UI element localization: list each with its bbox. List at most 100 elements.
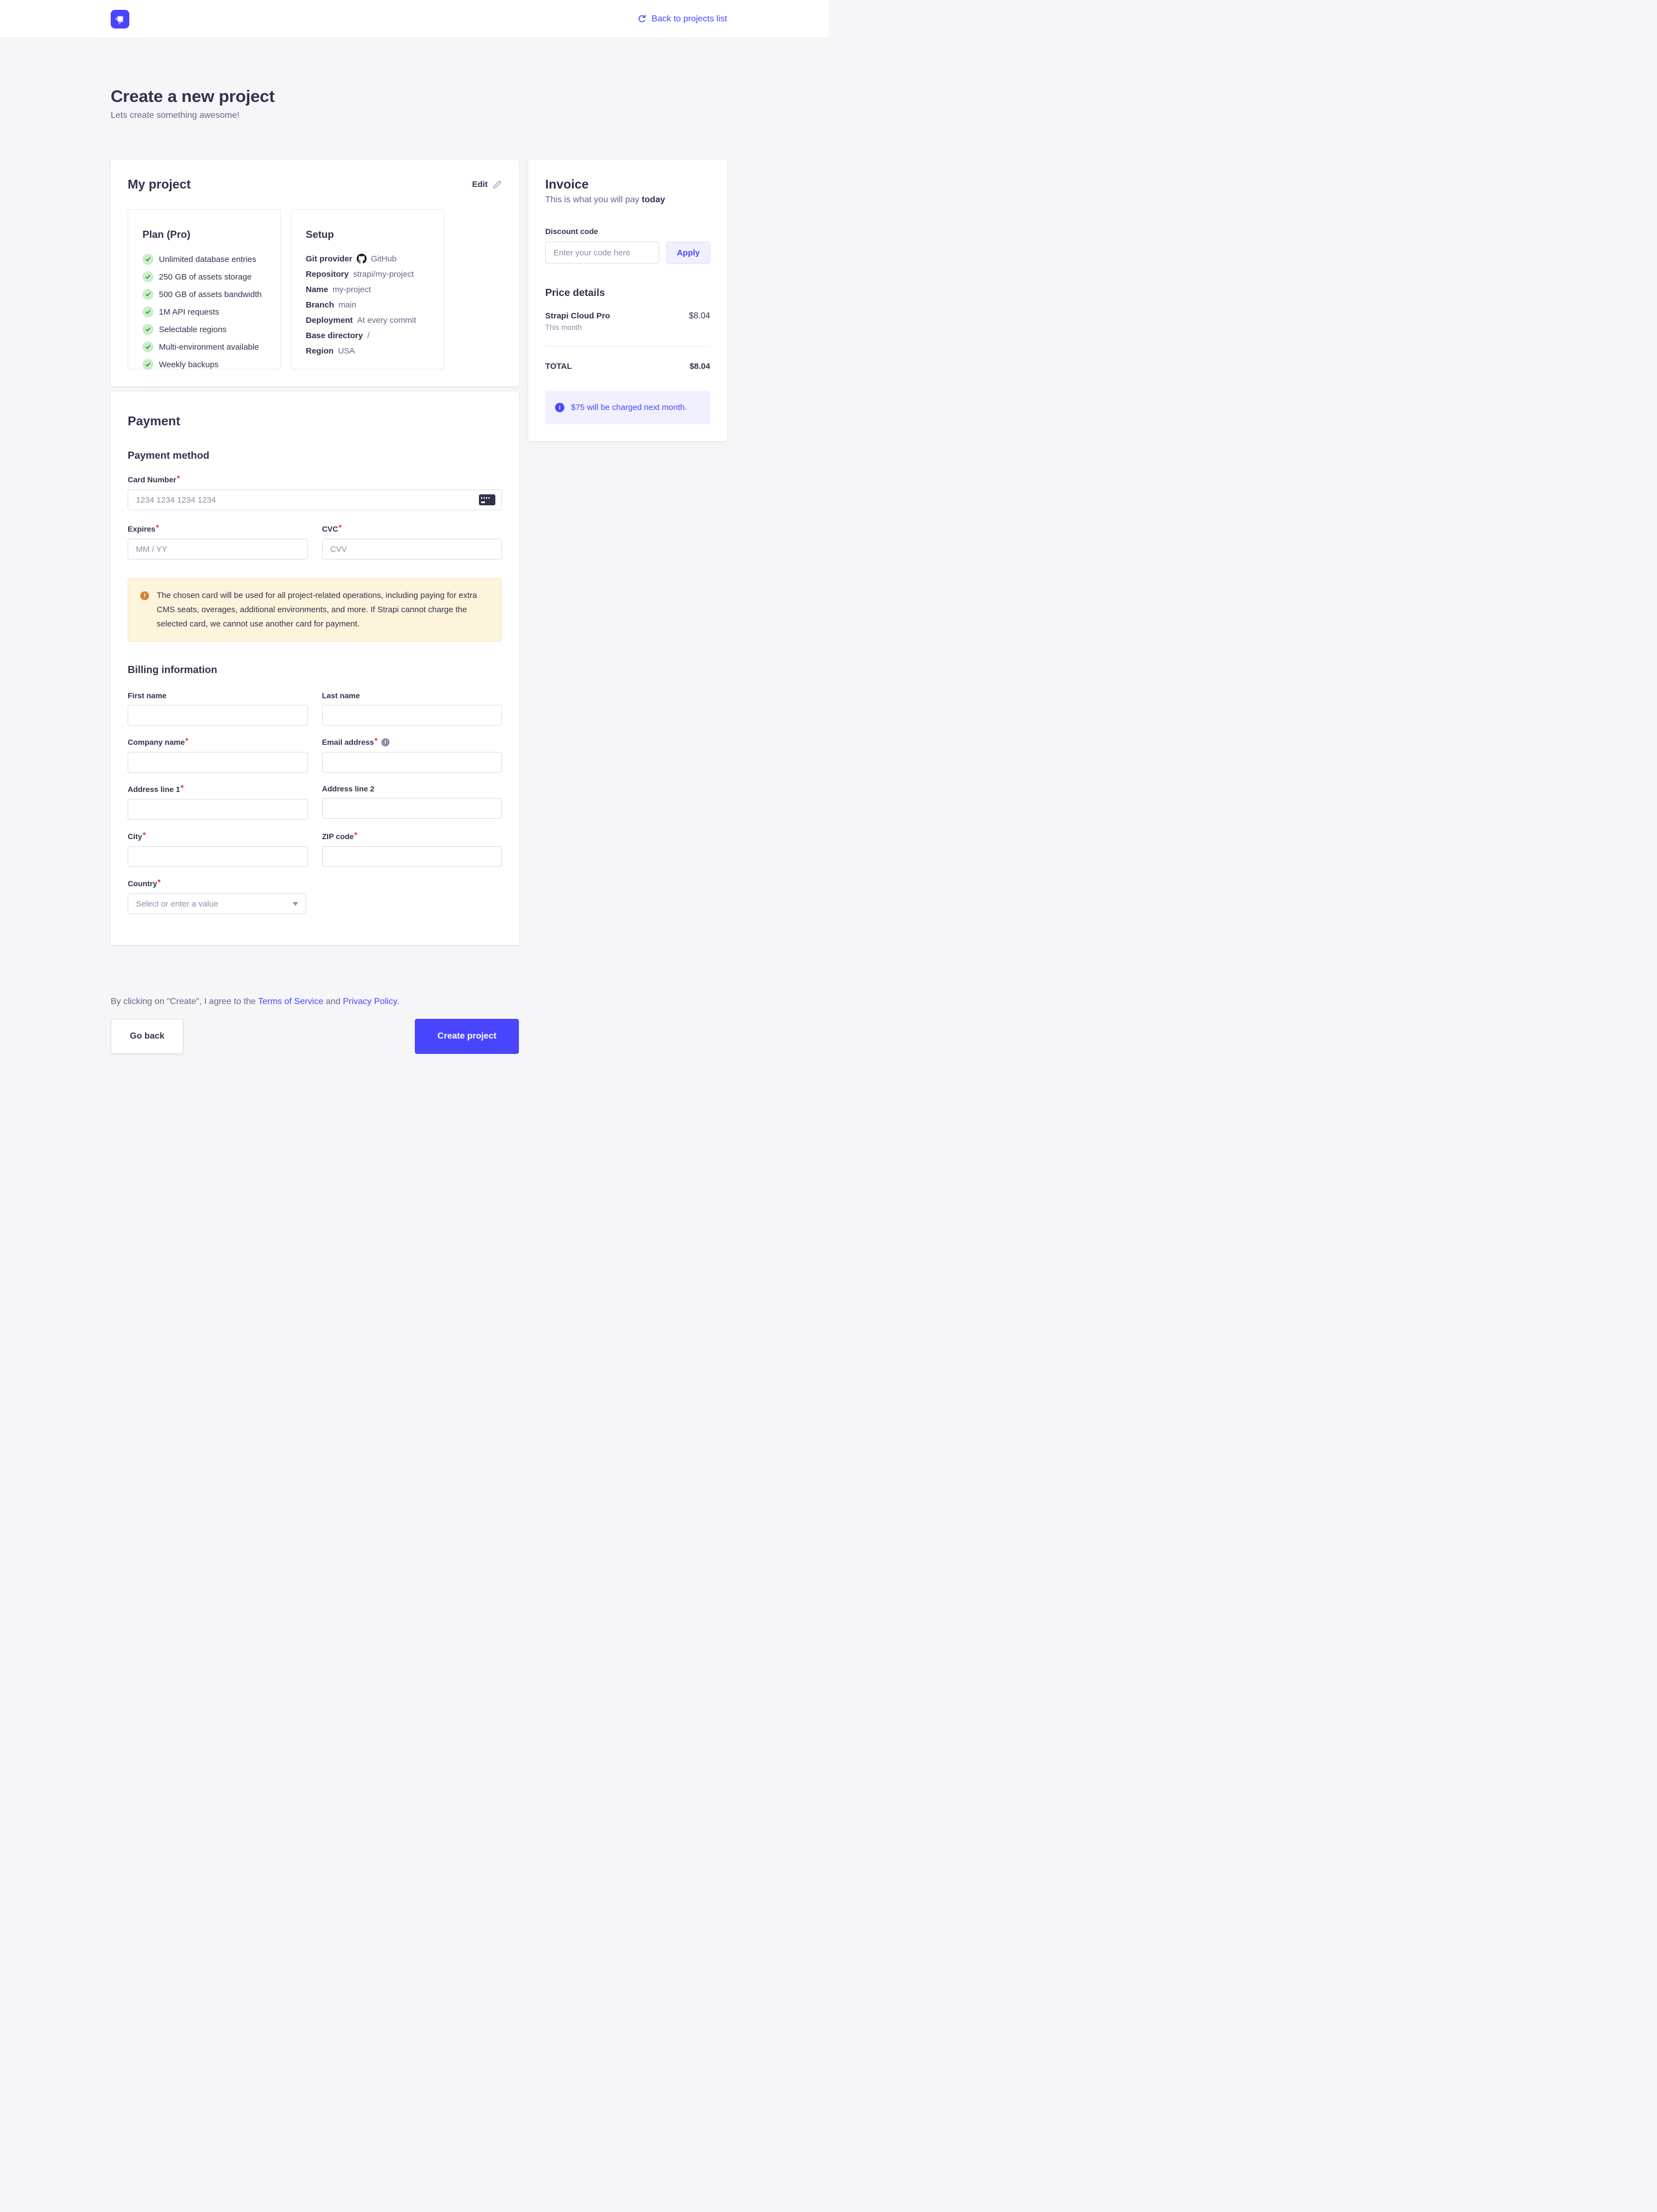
edit-button[interactable]: Edit: [472, 180, 502, 189]
setup-row: Deployment At every commit: [306, 316, 430, 325]
strapi-logo-icon: [111, 10, 129, 28]
setup-row-label: Branch: [306, 300, 334, 310]
page-title: Create a new project: [111, 87, 727, 106]
billing-input[interactable]: [128, 752, 308, 773]
billing-field: Cityi: [128, 831, 308, 867]
plan-feature-item: 250 GB of assets storage: [142, 271, 266, 282]
billing-field-label: Company name: [128, 738, 185, 746]
invoice-subtitle-prefix: This is what you will pay: [545, 195, 642, 204]
price-details-title: Price details: [545, 287, 710, 299]
billing-input[interactable]: [322, 705, 502, 726]
plan-feature-item: Selectable regions: [142, 324, 266, 335]
setup-box: Setup Git provider GitHub Re: [291, 209, 444, 369]
billing-field: Email addressi: [322, 737, 502, 773]
pencil-icon: [493, 180, 502, 189]
warning-icon: !: [140, 591, 149, 600]
billing-field-label: Last name: [322, 691, 360, 700]
country-label: Country: [128, 879, 157, 888]
billing-field: First namei: [128, 691, 308, 726]
invoice-card: Invoice This is what you will pay today …: [528, 160, 727, 441]
invoice-subtitle: This is what you will pay today: [545, 195, 710, 205]
info-icon: i: [555, 403, 564, 412]
setup-row: Region USA: [306, 346, 430, 356]
billing-field: ZIP codei: [322, 831, 502, 867]
terms-of-service-link[interactable]: Terms of Service: [258, 997, 323, 1006]
check-icon: [142, 324, 153, 335]
country-placeholder: Select or enter a value: [136, 899, 218, 909]
billing-input[interactable]: [322, 846, 502, 867]
billing-field-label: Email address: [322, 738, 374, 746]
billing-field-label: ZIP code: [322, 832, 354, 841]
payment-card: Payment Payment method Card Number Expir…: [111, 392, 519, 945]
plan-feature-item: Unlimited database entries: [142, 254, 266, 265]
plan-feature-label: 250 GB of assets storage: [159, 272, 252, 282]
payment-title: Payment: [128, 414, 502, 429]
setup-row-label: Region: [306, 346, 334, 356]
billing-input[interactable]: [128, 705, 308, 726]
chevron-down-icon: [293, 902, 298, 906]
billing-field-label: City: [128, 832, 142, 841]
billing-input[interactable]: [128, 846, 308, 867]
back-to-projects-link[interactable]: Back to projects list: [637, 14, 727, 24]
total-label: TOTAL: [545, 362, 572, 371]
setup-row: Base directory /: [306, 331, 430, 340]
card-number-input[interactable]: [128, 489, 502, 510]
check-icon: [142, 289, 153, 300]
billing-title: Billing information: [128, 664, 502, 676]
country-select[interactable]: Select or enter a value: [128, 893, 306, 914]
required-asterisk: [354, 831, 357, 841]
plan-feature-item: 500 GB of assets bandwidth: [142, 289, 266, 300]
warning-text: The chosen card will be used for all pro…: [157, 589, 485, 631]
billing-field: Last namei: [322, 691, 502, 726]
billing-field: Company namei: [128, 737, 308, 773]
expires-label: Expires: [128, 525, 156, 533]
total-amount: $8.04: [689, 362, 710, 371]
check-icon: [142, 271, 153, 282]
billing-input[interactable]: [322, 752, 502, 773]
line-item-period: This month: [545, 323, 710, 332]
required-asterisk: [180, 784, 184, 794]
billing-field: Address line 1i: [128, 784, 308, 820]
check-icon: [142, 359, 153, 370]
setup-row-label: Repository: [306, 270, 348, 279]
top-navbar: Back to projects list: [0, 0, 828, 38]
setup-row-label: Name: [306, 285, 328, 294]
required-asterisk: [142, 831, 145, 841]
card-number-label: Card Number: [128, 475, 176, 484]
setup-row-value: USA: [338, 346, 355, 356]
create-project-button[interactable]: Create project: [415, 1019, 519, 1054]
price-divider: [545, 346, 710, 347]
setup-row: Git provider GitHub: [306, 254, 430, 264]
required-asterisk: [338, 524, 341, 534]
setup-row-value: GitHub: [371, 254, 397, 264]
setup-row-value: /: [367, 331, 369, 340]
page-subtitle: Lets create something awesome!: [111, 111, 727, 121]
billing-input[interactable]: [322, 798, 502, 819]
setup-row-label: Deployment: [306, 316, 353, 325]
plan-feature-label: 500 GB of assets bandwidth: [159, 290, 262, 299]
plan-box: Plan (Pro) Unlimited database entries: [128, 209, 281, 369]
privacy-policy-link[interactable]: Privacy Policy: [343, 997, 397, 1006]
cvc-input[interactable]: [322, 539, 502, 560]
billing-field: Address line 2i: [322, 784, 502, 820]
billing-input[interactable]: [128, 799, 308, 820]
apply-button[interactable]: Apply: [666, 242, 710, 264]
billing-field-label: Address line 1: [128, 785, 180, 794]
discount-code-input[interactable]: [545, 242, 659, 264]
back-link-label: Back to projects list: [652, 14, 727, 24]
edit-label: Edit: [472, 180, 488, 189]
expires-input[interactable]: [128, 539, 308, 560]
setup-row: Name my-project: [306, 285, 430, 294]
terms-text: By clicking on "Create", I agree to the …: [111, 997, 519, 1007]
go-back-button[interactable]: Go back: [111, 1019, 184, 1054]
terms-suffix: .: [397, 997, 399, 1006]
setup-row: Repository strapi/my-project: [306, 270, 430, 279]
plan-feature-label: Unlimited database entries: [159, 255, 256, 264]
payment-method-title: Payment method: [128, 449, 502, 461]
invoice-title: Invoice: [545, 177, 710, 192]
billing-field-label: Address line 2: [322, 784, 375, 793]
setup-row-label: Git provider: [306, 254, 352, 264]
setup-row-label: Base directory: [306, 331, 363, 340]
required-asterisk: [157, 879, 161, 888]
plan-feature-label: Multi-environment available: [159, 343, 259, 352]
